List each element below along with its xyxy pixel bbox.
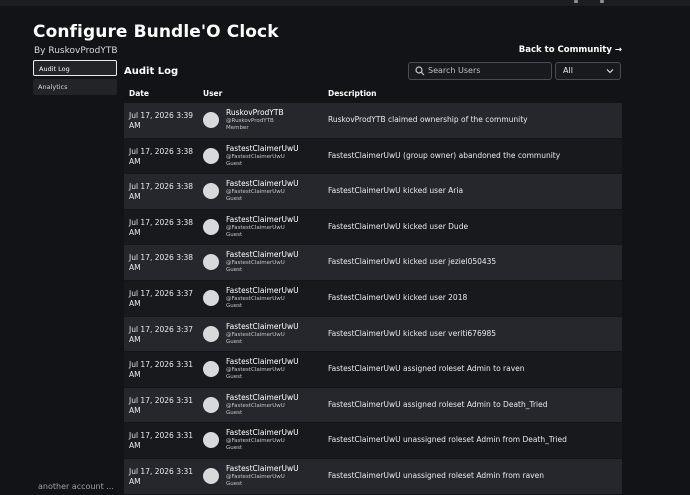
user-role: Guest (226, 231, 243, 238)
user-handle: @FastestClaimerUwU (226, 260, 285, 267)
creator-byline: By RuskovProdYTB (34, 46, 118, 56)
user-role: Guest (226, 480, 243, 487)
user-name[interactable]: FastestClaimerUwU (226, 393, 299, 402)
row-date: Jul 17, 2026 3:39 AM (129, 111, 194, 130)
sidebar-item-analytics[interactable]: Analytics (33, 79, 117, 95)
filter-value: All (563, 66, 573, 75)
row-description: FastestClaimerUwU assigned roleset Admin… (328, 399, 548, 409)
table-row: Jul 17, 2026 3:31 AM FastestClaimerUwU @Fa… (124, 352, 622, 388)
avatar[interactable] (203, 325, 219, 342)
user-name[interactable]: FastestClaimerUwU (226, 428, 299, 437)
user-role: Guest (226, 445, 243, 452)
user-role: Guest (226, 409, 243, 416)
row-date: Jul 17, 2026 3:31 AM (129, 360, 194, 380)
row-date: Jul 17, 2026 3:31 AM (129, 466, 194, 486)
column-header-date: Date (129, 89, 149, 98)
user-name[interactable]: FastestClaimerUwU (226, 179, 299, 188)
audit-log-table: Jul 17, 2026 3:39 AM RuskovProdYTB @Ruskov… (124, 103, 622, 495)
user-role: Member (226, 125, 249, 131)
user-name[interactable]: FastestClaimerUwU (226, 464, 299, 473)
sidebar: Audit Log Analytics (33, 60, 117, 98)
user-handle: @FastestClaimerUwU (226, 189, 285, 196)
row-description: FastestClaimerUwU kicked user veriti6769… (328, 328, 497, 338)
search-input[interactable]: Search Users (408, 62, 552, 80)
user-name[interactable]: FastestClaimerUwU (226, 250, 299, 259)
table-row: Jul 17, 2026 3:38 AM FastestClaimerUwU @Fa… (124, 209, 622, 246)
user-handle: @FastestClaimerUwU (226, 402, 285, 409)
row-description: FastestClaimerUwU (group owner) abandone… (328, 150, 561, 160)
menu-dot-icon[interactable] (600, 0, 604, 3)
row-date: Jul 17, 2026 3:31 AM (129, 431, 194, 451)
search-icon (415, 66, 425, 76)
user-handle: @FastestClaimerUwU (226, 367, 285, 374)
row-description: FastestClaimerUwU kicked user jeziel0504… (328, 257, 497, 267)
search-placeholder: Search Users (428, 66, 481, 75)
avatar[interactable] (203, 254, 219, 271)
row-date: Jul 17, 2026 3:38 AM (129, 217, 194, 237)
table-row: Jul 17, 2026 3:38 AM FastestClaimerUwU @Fa… (124, 174, 622, 210)
avatar[interactable] (203, 112, 219, 128)
sidebar-item-audit-log[interactable]: Audit Log (33, 60, 117, 76)
table-row: Jul 17, 2026 3:31 AM FastestClaimerUwU @Fa… (124, 423, 622, 459)
user-name[interactable]: FastestClaimerUwU (226, 144, 299, 153)
user-handle: @FastestClaimerUwU (226, 153, 285, 160)
table-row: Jul 17, 2026 3:39 AM RuskovProdYTB @Ruskov… (124, 103, 622, 139)
table-header: Date User Description (124, 86, 622, 102)
row-date: Jul 17, 2026 3:38 AM (129, 182, 194, 202)
row-description: RuskovProdYTB claimed ownership of the c… (328, 115, 528, 124)
avatar[interactable] (203, 467, 219, 484)
section-title: Audit Log (124, 66, 179, 77)
row-description: FastestClaimerUwU kicked user 2018 (328, 292, 468, 302)
user-name[interactable]: FastestClaimerUwU (226, 357, 299, 366)
user-name[interactable]: FastestClaimerUwU (226, 322, 299, 331)
table-row: Jul 17, 2026 3:38 AM FastestClaimerUwU @Fa… (124, 138, 622, 175)
back-to-community-link[interactable]: Back to Community → (519, 45, 622, 55)
user-handle: @FastestClaimerUwU (226, 331, 285, 338)
row-date: Jul 17, 2026 3:37 AM (129, 324, 194, 344)
filter-select[interactable]: All (555, 62, 621, 80)
user-role: Guest (226, 160, 243, 167)
row-description: FastestClaimerUwU kicked user Dude (328, 221, 469, 231)
page-title: Configure Bundle'O Clock (33, 22, 279, 42)
table-row: Jul 17, 2026 3:37 AM FastestClaimerUwU @Fa… (124, 316, 622, 353)
chevron-down-icon (606, 69, 614, 74)
avatar[interactable] (203, 289, 219, 306)
row-date: Jul 17, 2026 3:38 AM (129, 253, 194, 273)
table-row: Jul 17, 2026 3:31 AM FastestClaimerUwU @Fa… (124, 458, 622, 495)
avatar[interactable] (203, 218, 219, 235)
avatar[interactable] (203, 361, 219, 378)
user-role: Guest (226, 302, 243, 309)
user-handle: @FastestClaimerUwU (226, 295, 285, 302)
user-handle: @RuskovProdYTB (226, 118, 274, 124)
avatar[interactable] (203, 432, 219, 449)
avatar[interactable] (203, 396, 219, 413)
row-description: FastestClaimerUwU kicked user Aria (328, 186, 464, 196)
user-role: Guest (226, 267, 243, 274)
row-description: FastestClaimerUwU assigned roleset Admin… (328, 364, 525, 374)
user-role: Guest (226, 338, 243, 345)
table-row: Jul 17, 2026 3:37 AM FastestClaimerUwU @Fa… (124, 280, 622, 317)
row-description: FastestClaimerUwU unassigned roleset Adm… (328, 470, 544, 480)
table-row: Jul 17, 2026 3:38 AM FastestClaimerUwU @Fa… (124, 245, 622, 281)
user-role: Guest (226, 196, 243, 203)
avatar[interactable] (203, 183, 219, 200)
table-row: Jul 17, 2026 3:31 AM FastestClaimerUwU @Fa… (124, 387, 622, 424)
row-description: FastestClaimerUwU unassigned roleset Adm… (328, 435, 567, 445)
user-role: Guest (226, 374, 243, 381)
user-handle: @FastestClaimerUwU (226, 224, 285, 231)
avatar[interactable] (203, 147, 219, 164)
user-handle: @FastestClaimerUwU (226, 473, 285, 480)
column-header-description: Description (328, 89, 377, 98)
row-date: Jul 17, 2026 3:37 AM (129, 288, 194, 308)
row-date: Jul 17, 2026 3:38 AM (129, 146, 194, 166)
top-bar (0, 0, 690, 6)
row-date: Jul 17, 2026 3:31 AM (129, 395, 194, 415)
user-name[interactable]: FastestClaimerUwU (226, 215, 299, 224)
user-name[interactable]: FastestClaimerUwU (226, 286, 299, 295)
menu-dot-icon[interactable] (574, 0, 578, 3)
user-handle: @FastestClaimerUwU (226, 438, 285, 445)
column-header-user: User (203, 89, 223, 98)
user-name[interactable]: RuskovProdYTB (226, 108, 284, 117)
